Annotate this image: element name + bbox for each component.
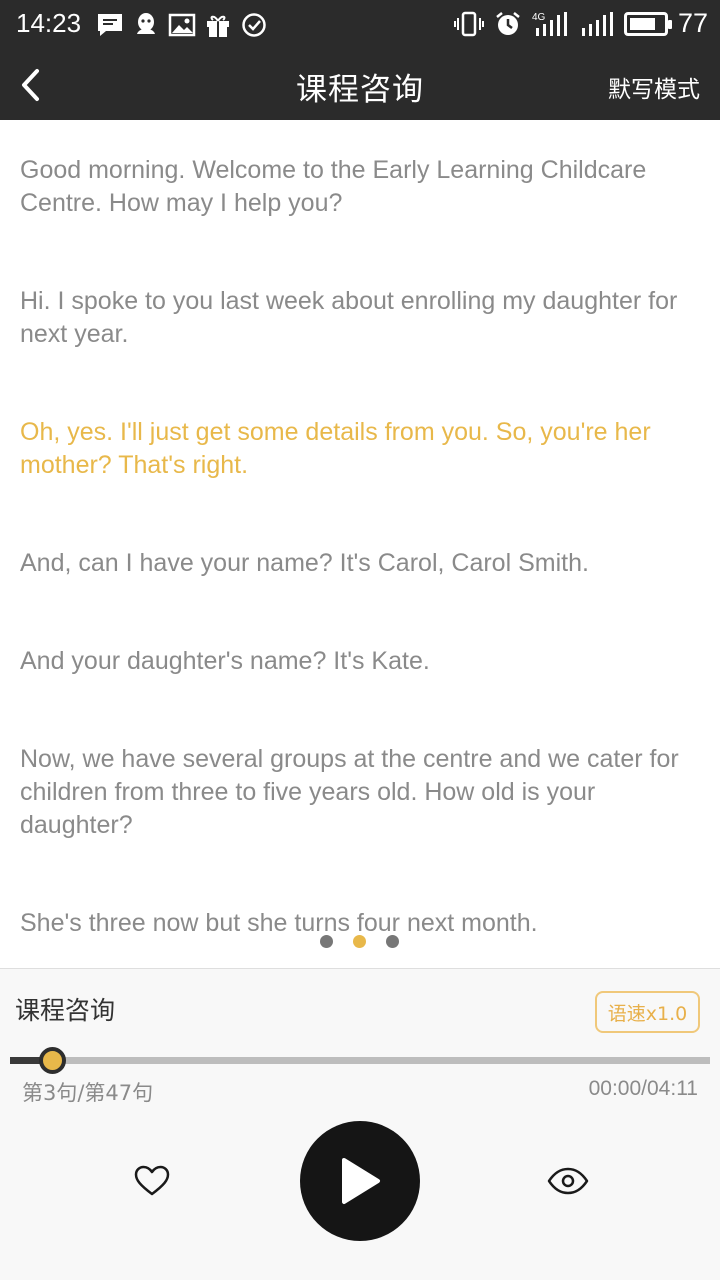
toolbar: 课程咨询 默写模式: [0, 50, 720, 120]
dictation-mode-button[interactable]: 默写模式: [608, 70, 700, 104]
status-time: 14:23: [16, 8, 82, 38]
eye-icon: [547, 1167, 589, 1195]
alarm-icon: [496, 11, 520, 35]
player-title: 课程咨询: [15, 996, 116, 1025]
progress-knob[interactable]: [39, 1047, 67, 1074]
page-dot: [353, 935, 366, 948]
show-text-button[interactable]: [546, 1163, 590, 1199]
network-type: 4G: [532, 12, 546, 23]
page-dot: [386, 935, 399, 948]
progress-slider[interactable]: [10, 1047, 710, 1074]
transcript-sentence[interactable]: And your daughter's name? It's Kate.: [20, 645, 700, 678]
transcript-sentence[interactable]: Hi. I spoke to you last week about enrol…: [20, 285, 700, 351]
status-bar: 14:23 4G 77: [0, 0, 720, 50]
page-dot: [320, 935, 333, 948]
transcript-sentence[interactable]: Good morning. Welcome to the Early Learn…: [20, 154, 700, 220]
gift-icon: [207, 15, 229, 37]
sentence-counter: 第3句/第47句: [22, 1081, 154, 1105]
transcript-sentence[interactable]: And, can I have your name? It's Carol, C…: [20, 547, 700, 580]
audio-player: 课程咨询 语速x1.0 第3句/第47句 00:00/04:11: [0, 968, 720, 1280]
signal-icon: [581, 11, 613, 36]
time-readout: 00:00/04:11: [588, 1077, 698, 1100]
qq-icon: [137, 13, 155, 34]
transcript-list[interactable]: Good morning. Welcome to the Early Learn…: [0, 120, 720, 968]
speed-button[interactable]: 语速x1.0: [595, 991, 700, 1033]
image-icon: [168, 13, 196, 37]
battery-icon: [623, 11, 672, 36]
play-icon: [342, 1158, 380, 1204]
battery-level: 77: [677, 8, 708, 38]
heart-icon: [134, 1165, 170, 1196]
page-indicator: [320, 935, 400, 949]
system-indicators: 4G 77: [453, 8, 708, 39]
battery-fill: [629, 17, 655, 30]
progress-played: [10, 1057, 43, 1064]
play-button[interactable]: [300, 1121, 420, 1241]
message-icon: [98, 14, 122, 36]
vibrate-icon: [453, 11, 484, 36]
transcript-sentence[interactable]: Oh, yes. I'll just get some details from…: [20, 416, 700, 482]
transcript-sentence[interactable]: Now, we have several groups at the centr…: [20, 743, 700, 842]
notification-icons: [96, 12, 268, 38]
favorite-button[interactable]: [132, 1161, 172, 1201]
check-circle-icon: [242, 13, 266, 37]
signal-4g-icon: 4G: [532, 11, 567, 36]
